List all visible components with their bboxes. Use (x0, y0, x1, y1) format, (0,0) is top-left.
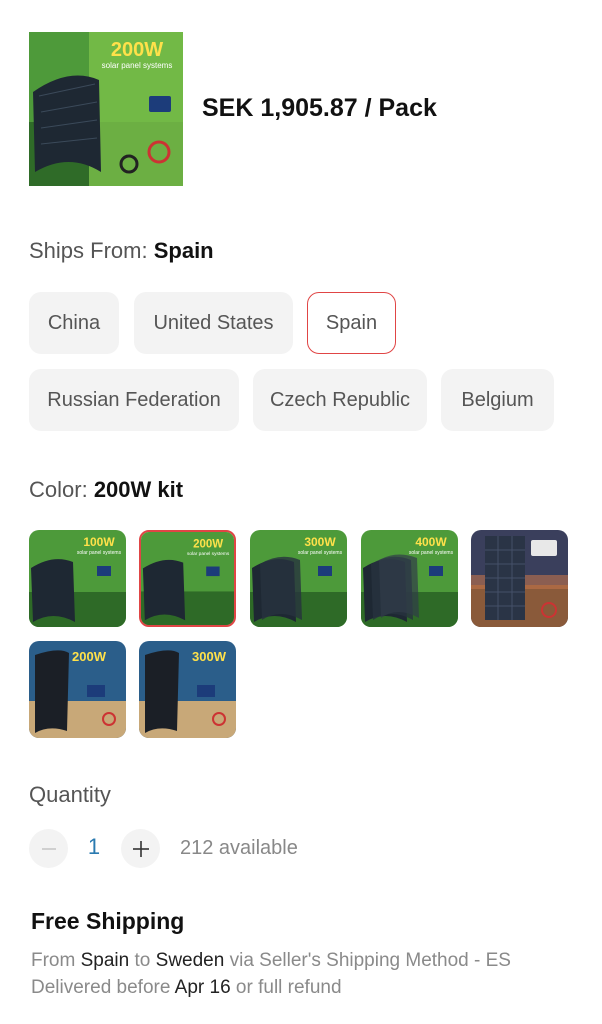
shipping-route: From Spain to Sweden via Seller's Shippi… (31, 950, 511, 972)
color-swatch-200w[interactable]: 200W solar panel systems (139, 530, 236, 627)
quantity-value[interactable]: 1 (82, 834, 106, 860)
color-heading: Color: 200W kit (29, 477, 183, 503)
color-swatch-300w[interactable]: 300W solar panel systems (250, 530, 347, 627)
delivered-prefix: Delivered before (31, 977, 171, 998)
swatch-sub: solar panel systems (77, 550, 122, 556)
thumb-subtitle: solar panel systems (102, 61, 173, 70)
color-swatch-200w-dark[interactable]: 200W (29, 641, 126, 738)
ship-method: via Seller's Shipping Method - ES (229, 950, 511, 971)
swatch-sub: solar panel systems (409, 550, 454, 556)
product-thumbnail[interactable]: 200W solar panel systems (29, 32, 183, 186)
product-price: SEK 1,905.87 / Pack (202, 94, 437, 122)
ships-from-label: Ships From: (29, 238, 148, 263)
delivery-date: Apr 16 (174, 977, 231, 998)
solar-kit-image: 200W solar panel systems (29, 32, 183, 186)
color-swatch-300w-dark[interactable]: 300W (139, 641, 236, 738)
swatch-label: 300W (304, 535, 336, 549)
quantity-label: Quantity (29, 782, 111, 807)
swatch-sub: solar panel systems (298, 550, 343, 556)
refund-suffix: or full refund (235, 977, 342, 998)
minus-icon (41, 847, 56, 850)
thumb-title: 200W (111, 39, 163, 61)
color-label: Color: (29, 477, 88, 502)
ships-from-heading: Ships From: Spain (29, 238, 214, 264)
swatch-label: 100W (83, 535, 115, 549)
plus-icon (132, 840, 149, 857)
quantity-increment-button[interactable] (121, 829, 160, 868)
swatch-sub: solar panel systems (187, 551, 230, 557)
ships-from-selected: Spain (153, 238, 214, 263)
swatch-label: 200W (72, 649, 107, 664)
swatch-label: 300W (192, 649, 227, 664)
ship-option-united-states[interactable]: United States (134, 292, 293, 354)
ship-option-spain[interactable]: Spain (307, 292, 396, 354)
ship-option-russian-federation[interactable]: Russian Federation (29, 369, 239, 431)
color-swatch-100w[interactable]: 100W solar panel systems (29, 530, 126, 627)
color-selected: 200W kit (93, 477, 184, 502)
stock-available: 212 available (180, 837, 298, 859)
ship-option-belgium[interactable]: Belgium (441, 369, 554, 431)
quantity-decrement-button[interactable] (29, 829, 68, 868)
ship-to-country: Sweden (155, 950, 225, 971)
swatch-label: 200W (193, 538, 223, 550)
ship-to-word: to (134, 950, 151, 971)
ship-from-country: Spain (80, 950, 130, 971)
ship-from-prefix: From (31, 950, 76, 971)
swatch-label: 400W (415, 535, 447, 549)
ship-option-china[interactable]: China (29, 292, 119, 354)
ship-option-czech-republic[interactable]: Czech Republic (253, 369, 427, 431)
color-swatch-panel-sunset[interactable] (471, 530, 568, 627)
delivery-estimate: Delivered before Apr 16 or full refund (31, 977, 342, 999)
color-swatch-400w[interactable]: 400W solar panel systems (361, 530, 458, 627)
shipping-title: Free Shipping (31, 908, 185, 934)
